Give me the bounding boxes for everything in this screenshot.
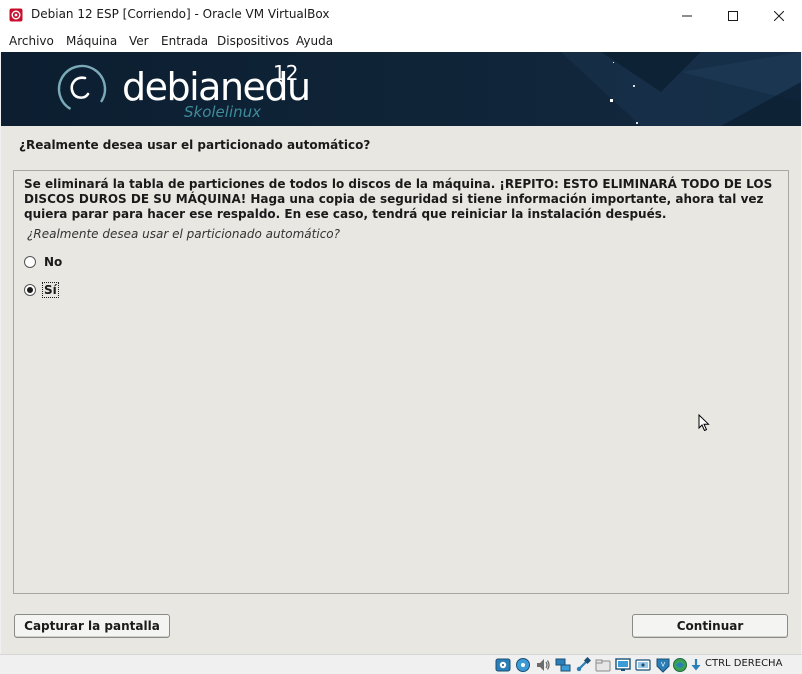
question-panel: Se eliminará la tabla de particiones de … [13, 170, 789, 594]
menu-entrada[interactable]: Entrada [161, 34, 208, 48]
capture-screen-button[interactable]: Capturar la pantalla [14, 614, 170, 638]
option-no[interactable]: No [24, 255, 63, 269]
maximize-button[interactable] [710, 0, 756, 31]
menu-dispositivos[interactable]: Dispositivos [217, 34, 289, 48]
cpu-virtualization-icon[interactable]: V [655, 657, 671, 673]
usb-icon[interactable] [575, 657, 591, 673]
status-bar: V CTRL DERECHA [0, 654, 802, 674]
virtualbox-vm-icon [9, 8, 23, 22]
radio-si[interactable] [24, 284, 36, 296]
minimize-button[interactable] [664, 0, 710, 31]
window-title: Debian 12 ESP [Corriendo] - Oracle VM Vi… [31, 7, 330, 21]
menu-bar: Archivo Máquina Ver Entrada Dispositivos… [0, 31, 802, 52]
continue-button[interactable]: Continuar [632, 614, 788, 638]
recording-icon[interactable] [635, 657, 651, 673]
network-icon[interactable] [555, 657, 571, 673]
vm-screen[interactable]: debianedu 12 Skolelinux ¿Realmente desea… [1, 52, 801, 654]
star-dot [633, 85, 635, 87]
close-button[interactable] [756, 0, 802, 31]
star-dot [613, 62, 614, 63]
mouse-pointer-icon [698, 414, 710, 432]
keyboard-capture-icon[interactable] [688, 657, 704, 673]
radio-no[interactable] [24, 256, 36, 268]
page-title: ¿Realmente desea usar el particionado au… [19, 138, 371, 152]
question-prompt: ¿Realmente desea usar el particionado au… [27, 227, 340, 241]
close-icon [774, 10, 784, 21]
banner-subtitle: Skolelinux [184, 103, 262, 121]
option-si-label: Sí [42, 282, 59, 298]
menu-archivo[interactable]: Archivo [9, 34, 54, 48]
mouse-integration-icon[interactable] [672, 657, 688, 673]
maximize-icon [728, 10, 738, 21]
debian-edu-banner: debianedu 12 Skolelinux [1, 52, 801, 126]
menu-ver[interactable]: Ver [129, 34, 149, 48]
window-titlebar: Debian 12 ESP [Corriendo] - Oracle VM Vi… [0, 0, 802, 31]
hard-disk-icon[interactable] [495, 657, 511, 673]
display-icon[interactable] [615, 657, 631, 673]
minimize-icon [682, 15, 692, 16]
warning-description: Se eliminará la tabla de particiones de … [24, 177, 773, 221]
star-dot [610, 99, 613, 102]
menu-maquina[interactable]: Máquina [66, 34, 117, 48]
optical-disk-icon[interactable] [515, 657, 531, 673]
star-dot [636, 122, 638, 124]
shared-folders-icon[interactable] [595, 657, 611, 673]
menu-ayuda[interactable]: Ayuda [296, 34, 333, 48]
host-key-label: CTRL DERECHA [705, 658, 783, 669]
banner-artwork [1, 52, 801, 126]
audio-icon[interactable] [535, 657, 551, 673]
option-si[interactable]: Sí [24, 282, 59, 298]
banner-version: 12 [273, 61, 299, 85]
option-no-label: No [44, 255, 63, 269]
